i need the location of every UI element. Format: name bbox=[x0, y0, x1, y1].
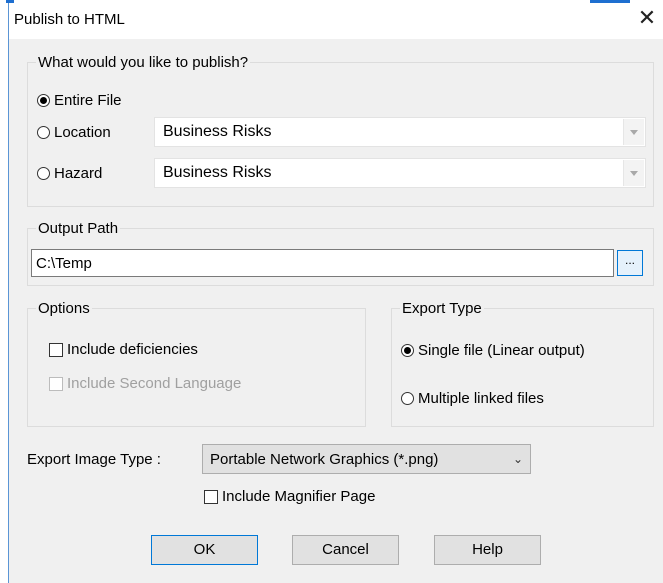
include-deficiencies-checkbox[interactable]: Include deficiencies bbox=[49, 341, 198, 358]
include-magnifier-checkbox[interactable]: Include Magnifier Page bbox=[204, 488, 375, 505]
cancel-button[interactable]: Cancel bbox=[292, 535, 399, 565]
close-icon[interactable]: ✕ bbox=[636, 7, 658, 29]
publish-scope-legend: What would you like to publish? bbox=[38, 54, 249, 71]
radio-location[interactable]: Location bbox=[37, 124, 111, 141]
radio-multiple-files-indicator[interactable] bbox=[401, 392, 414, 405]
help-button[interactable]: Help bbox=[434, 535, 541, 565]
export-type-legend: Export Type bbox=[402, 300, 482, 317]
include-second-language-checkbox: Include Second Language bbox=[49, 375, 241, 392]
options-group: Options bbox=[27, 300, 366, 427]
export-image-type-value: Portable Network Graphics (*.png) bbox=[210, 450, 439, 468]
include-deficiencies-label: Include deficiencies bbox=[67, 341, 198, 358]
radio-single-file-indicator[interactable] bbox=[401, 344, 414, 357]
include-deficiencies-box[interactable] bbox=[49, 342, 63, 357]
export-image-type-select[interactable]: Portable Network Graphics (*.png) ⌄ bbox=[202, 444, 531, 474]
radio-single-file-label: Single file (Linear output) bbox=[418, 342, 585, 359]
radio-hazard-indicator[interactable] bbox=[37, 167, 50, 180]
background-window-edge bbox=[0, 3, 9, 583]
export-image-type-label: Export Image Type : bbox=[27, 451, 161, 468]
radio-hazard-label: Hazard bbox=[54, 165, 103, 182]
output-path-legend: Output Path bbox=[38, 220, 119, 237]
hazard-dropdown-arrow-icon[interactable] bbox=[623, 160, 644, 186]
browse-button[interactable]: ... bbox=[617, 250, 643, 276]
location-dropdown-arrow-icon[interactable] bbox=[623, 119, 644, 145]
radio-single-file[interactable]: Single file (Linear output) bbox=[401, 342, 585, 359]
dialog-title: Publish to HTML bbox=[14, 11, 125, 28]
radio-entire-file[interactable]: Entire File bbox=[37, 92, 122, 109]
location-dropdown[interactable]: Business Risks bbox=[154, 117, 646, 147]
radio-location-indicator[interactable] bbox=[37, 126, 50, 139]
radio-multiple-files-label: Multiple linked files bbox=[418, 390, 544, 407]
include-second-language-box bbox=[49, 376, 63, 391]
chevron-down-icon[interactable]: ⌄ bbox=[506, 452, 530, 466]
location-dropdown-value: Business Risks bbox=[163, 123, 272, 140]
radio-entire-file-label: Entire File bbox=[54, 92, 122, 109]
output-path-input[interactable]: C:\Temp bbox=[31, 249, 614, 277]
options-legend: Options bbox=[38, 300, 90, 317]
radio-location-label: Location bbox=[54, 124, 111, 141]
ok-button[interactable]: OK bbox=[151, 535, 258, 565]
include-second-language-label: Include Second Language bbox=[67, 375, 242, 392]
export-type-group: Export Type bbox=[391, 300, 654, 427]
radio-entire-file-indicator[interactable] bbox=[37, 94, 50, 107]
radio-hazard[interactable]: Hazard bbox=[37, 165, 102, 182]
include-magnifier-box[interactable] bbox=[204, 489, 218, 504]
radio-multiple-files[interactable]: Multiple linked files bbox=[401, 390, 544, 407]
include-magnifier-label: Include Magnifier Page bbox=[222, 488, 376, 505]
hazard-dropdown[interactable]: Business Risks bbox=[154, 158, 646, 188]
hazard-dropdown-value: Business Risks bbox=[163, 164, 272, 181]
